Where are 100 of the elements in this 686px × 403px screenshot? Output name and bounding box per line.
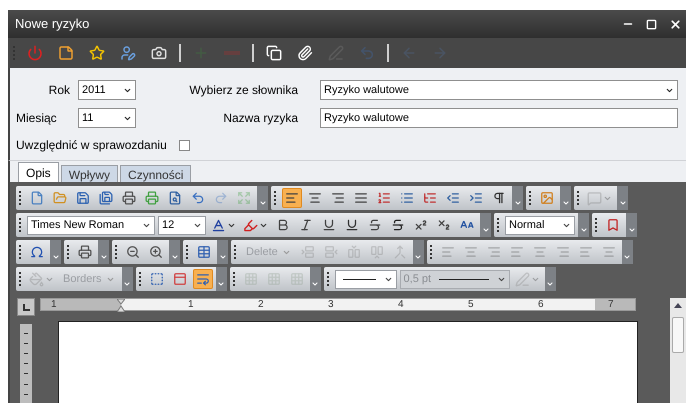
merge-icon [392,245,407,259]
overflow-button[interactable] [622,240,633,264]
close-button[interactable] [669,18,682,30]
indent-icon [469,191,483,205]
checkbox[interactable] [178,140,190,150]
grip-handle[interactable] [16,245,24,259]
field-value: 11 [82,110,94,126]
select-frame-icon [150,272,164,286]
align-center-icon [532,245,547,259]
redo-icon [214,191,228,205]
tab[interactable]: Opis [18,162,59,182]
scrollbar[interactable] [670,298,686,403]
tab[interactable]: Czynności [120,165,192,182]
caret-icon [414,253,422,261]
ruler-number: 5 [468,298,474,311]
scroll-thumb[interactable] [672,317,684,353]
bullet-list-icon [400,191,414,205]
bookmark-icon [606,218,620,232]
new-icon [30,191,44,205]
line-style-combo[interactable] [334,270,397,288]
align-right-icon [331,191,345,205]
star-icon [89,45,105,61]
grip-handle[interactable] [16,272,24,286]
maximize-button[interactable] [646,18,657,30]
save-icon [76,191,90,205]
bold-icon [276,218,290,232]
overflow-button[interactable] [544,267,556,291]
attach-icon [297,45,313,61]
ruler-number: 6 [538,298,544,311]
grid-icon [290,272,304,286]
dropdown-field[interactable]: 2011 [78,80,136,100]
caret-icon [628,226,636,234]
insert-row-above-icon [300,245,315,259]
scroll-up-icon[interactable] [673,301,683,309]
omega-icon [30,245,44,259]
ruler-number: 3 [328,298,334,311]
combo-value: 12 [162,218,174,233]
combo-field[interactable]: Normal [505,216,575,234]
combo-value: 0,5 pt [404,272,432,287]
open-icon [53,191,67,205]
field-label: Miesiąc [16,110,58,127]
indent-marker[interactable] [117,299,125,312]
align-right-icon [556,245,570,259]
combo-value: Normal [509,218,544,233]
subscript-icon [437,218,451,232]
grip-handle[interactable] [16,191,24,205]
field-label: Rok [48,82,71,99]
grip-handle[interactable] [574,191,582,205]
ruler-number: 1 [51,298,57,311]
window-title: Nowe ryzyko [15,15,90,34]
note-icon [58,45,74,61]
dropdown-field[interactable]: 11 [78,108,136,128]
caret-icon [100,253,108,261]
insert-row-below-icon [324,245,338,259]
overflow-button[interactable] [617,186,628,210]
save-all-icon [99,191,113,205]
caret-icon [514,199,522,207]
field-value: 2011 [82,82,106,98]
field-label: Nazwa ryzyka [222,110,298,127]
wrap-icon [196,272,210,286]
dropdown-field[interactable]: Ryzyko walutowe [320,80,678,100]
grip-handle[interactable] [16,218,24,232]
comment-icon [587,190,602,206]
grip-handle[interactable] [64,245,72,259]
insert-column-right-icon [370,245,384,259]
tab-stop-button[interactable] [17,298,35,316]
toolbar-button[interactable] [282,188,302,208]
combo-field[interactable]: Times New Roman [27,216,155,234]
power-icon [27,45,43,61]
overflow-button[interactable] [626,213,637,237]
grip-handle[interactable] [592,218,600,232]
zoom-in-icon [149,245,163,259]
combo-field[interactable]: 12 [158,216,206,234]
input-field[interactable]: Ryzyko walutowe [320,108,678,128]
caret-icon [623,253,632,261]
field-value: Ryzyko walutowe [324,110,409,126]
zoom-out-icon [126,245,140,259]
line-sample [342,278,376,280]
grip-handle[interactable] [231,245,239,259]
grip-handle[interactable] [183,245,191,259]
grip-handle[interactable] [526,191,534,205]
caret-icon [217,280,226,288]
print-icon [122,191,136,205]
align-center-icon [602,245,616,259]
print-icon [78,245,92,259]
grip-handle[interactable] [494,218,502,232]
align-left-icon [440,245,455,259]
align-left-icon [285,191,299,205]
grip-handle[interactable] [271,191,279,205]
line-sample [439,278,489,280]
tab[interactable]: Wpływy [60,165,118,182]
fullscreen-icon [237,191,251,205]
highlight-icon [243,218,258,232]
align-left-icon [510,245,524,259]
camera-icon [151,45,167,61]
underline-icon [322,218,336,232]
insert-column-left-icon [346,245,361,259]
grip-handle[interactable] [112,245,120,259]
field-label: Wybierz ze słownika [188,82,298,99]
caret-icon [482,226,490,234]
